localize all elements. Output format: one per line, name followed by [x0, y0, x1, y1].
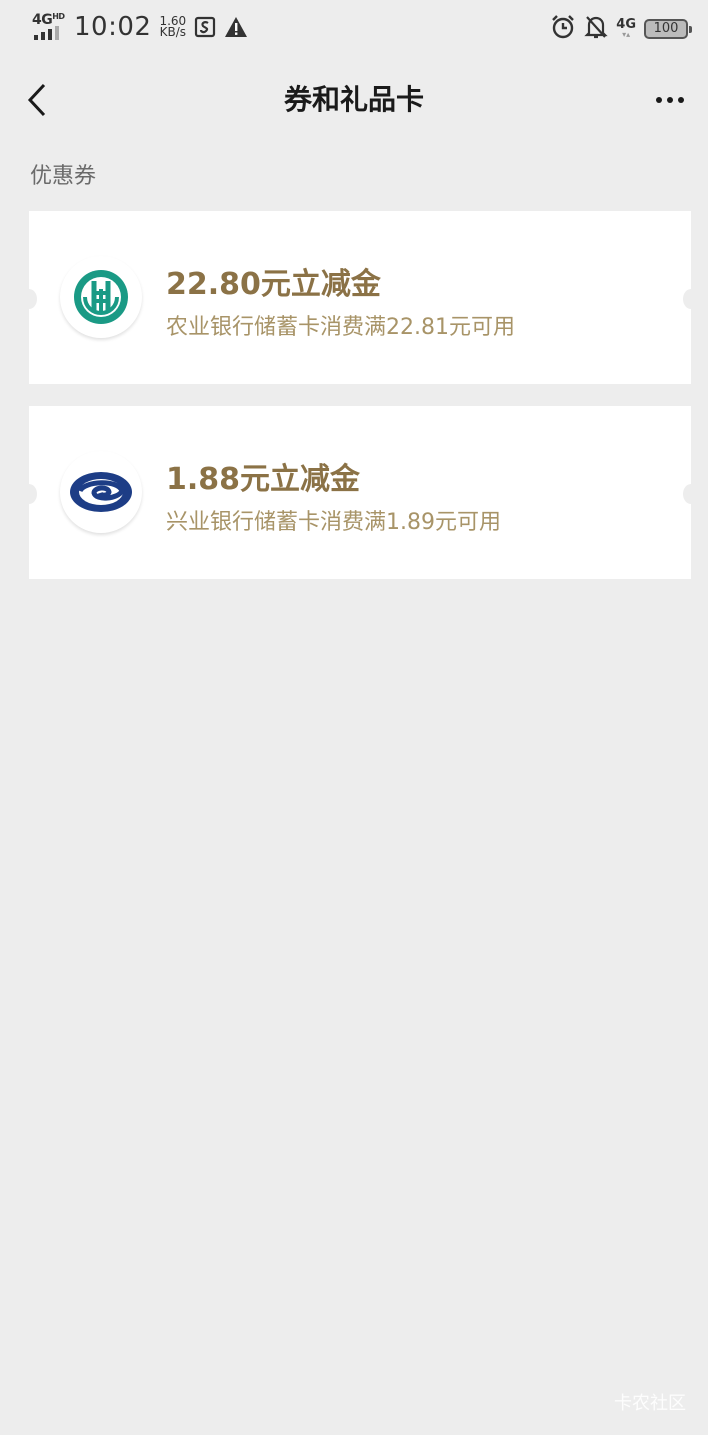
status-bar: 4GHD 10:02 1.60 KB/s 4G ▾▴ 100	[0, 0, 708, 58]
network-speed-unit: KB/s	[159, 25, 186, 39]
abc-bank-logo	[60, 256, 142, 338]
more-dot-icon	[656, 97, 662, 103]
coupon-title: 1.88元立减金	[166, 462, 361, 497]
navigation-bar: 券和礼品卡	[0, 58, 708, 142]
coupon-description: 农业银行储蓄卡消费满22.81元可用	[166, 315, 515, 340]
mute-notification-icon	[584, 14, 608, 44]
coupon-card[interactable]: 22.80元立减金 农业银行储蓄卡消费满22.81元可用	[21, 211, 699, 384]
coupon-card[interactable]: 1.88元立减金 兴业银行储蓄卡消费满1.89元可用	[21, 406, 699, 579]
network-hd: HD	[52, 12, 65, 21]
cib-bank-logo	[60, 451, 142, 533]
more-dot-icon	[678, 97, 684, 103]
abc-logo-icon	[74, 270, 128, 324]
screenshot-icon	[194, 16, 216, 38]
signal-icon: 4GHD	[32, 12, 68, 42]
warning-icon	[224, 16, 248, 38]
coupon-title: 22.80元立减金	[166, 267, 381, 302]
clock: 10:02	[74, 12, 152, 42]
status-bar-left: 4GHD 10:02 1.60 KB/s	[32, 12, 248, 42]
cib-logo-icon	[70, 472, 132, 512]
page-title: 券和礼品卡	[283, 83, 424, 116]
battery-level: 100	[653, 21, 679, 36]
network-speed: 1.60 KB/s	[159, 15, 186, 39]
mobile-data-indicator: 4G ▾▴	[616, 17, 636, 39]
alarm-icon	[550, 14, 576, 44]
more-options-button[interactable]	[650, 80, 690, 120]
status-bar-right: 4G ▾▴ 100	[550, 14, 692, 44]
watermark: 卡农社区	[614, 1393, 686, 1414]
coupon-description: 兴业银行储蓄卡消费满1.89元可用	[166, 510, 501, 535]
section-label-coupons: 优惠券	[30, 164, 97, 189]
more-dot-icon	[667, 97, 673, 103]
battery-icon: 100	[644, 19, 692, 39]
